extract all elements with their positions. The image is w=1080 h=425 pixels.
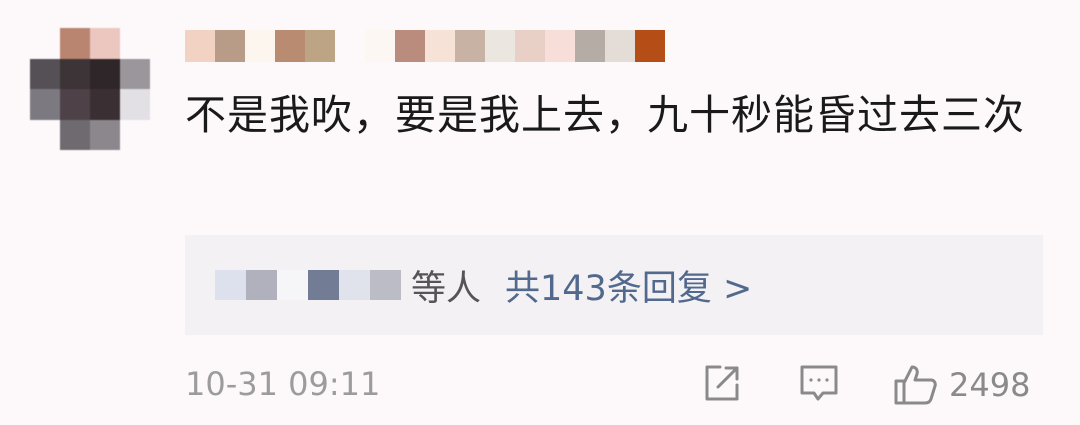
share-button[interactable] <box>700 361 744 405</box>
avatar-mosaic-tile <box>90 119 120 150</box>
username-mosaic-tile <box>395 30 425 62</box>
username-mosaic-tile <box>185 30 215 62</box>
avatar-mosaic-tile <box>60 119 90 150</box>
avatar-mosaic-tile <box>30 58 60 89</box>
comment-button[interactable] <box>797 361 841 405</box>
username-mosaic-tile <box>215 30 245 62</box>
like-button[interactable]: 2498 <box>891 361 1030 409</box>
avatar-mosaic-tile <box>30 119 60 150</box>
avatar-mosaic-tile <box>90 58 120 89</box>
username-mosaic-tile <box>305 30 335 62</box>
avatar-mosaic-tile <box>120 58 150 89</box>
avatar-mosaic-tile <box>30 28 60 59</box>
like-count: 2498 <box>949 366 1031 404</box>
replier-mosaic-tile <box>339 270 370 300</box>
username-mosaic-tile <box>275 30 305 62</box>
replier-mosaic-tile <box>277 270 308 300</box>
username-mosaic-tile <box>545 30 575 62</box>
replier-mosaic-tile <box>308 270 339 300</box>
username-mosaic-tile <box>605 30 635 62</box>
replier-mosaic-tile <box>215 270 246 300</box>
username-mosaic-tile <box>635 30 665 62</box>
replies-by-label: 等人 <box>411 268 482 309</box>
comment-footer: 10-31 09:11 2498 <box>185 355 1043 415</box>
username-mosaic-tile <box>335 30 365 62</box>
username-mosaic-tile <box>245 30 275 62</box>
avatar-mosaic-tile <box>120 28 150 59</box>
comment-icon <box>797 361 841 405</box>
replies-summary[interactable]: 等人 共143条回复 > <box>185 235 1043 335</box>
avatar[interactable] <box>30 28 150 150</box>
avatar-mosaic-tile <box>90 89 120 120</box>
comment-text: 不是我吹，要是我上去，九十秒能昏过去三次 <box>185 91 1025 139</box>
avatar-mosaic-tile <box>60 28 90 59</box>
username-mosaic-tile <box>365 30 395 62</box>
replier-mosaic-tile <box>246 270 277 300</box>
avatar-mosaic-tile <box>60 58 90 89</box>
username-mosaic-tile <box>425 30 455 62</box>
view-replies-link[interactable]: 共143条回复 > <box>505 260 752 311</box>
avatar-mosaic-tile <box>120 89 150 120</box>
username-mosaic-tile <box>575 30 605 62</box>
thumbs-up-icon <box>891 361 939 409</box>
timestamp: 10-31 09:11 <box>185 365 381 403</box>
replier-names-pixelated <box>215 270 401 300</box>
avatar-mosaic-tile <box>30 89 60 120</box>
share-icon <box>700 361 744 405</box>
avatar-mosaic-tile <box>90 28 120 59</box>
avatar-mosaic-tile <box>60 89 90 120</box>
replier-mosaic-tile <box>370 270 401 300</box>
avatar-mosaic-tile <box>120 119 150 150</box>
username-mosaic-tile <box>485 30 515 62</box>
username-mosaic-tile <box>515 30 545 62</box>
username-pixelated[interactable] <box>185 30 665 62</box>
username-mosaic-tile <box>455 30 485 62</box>
